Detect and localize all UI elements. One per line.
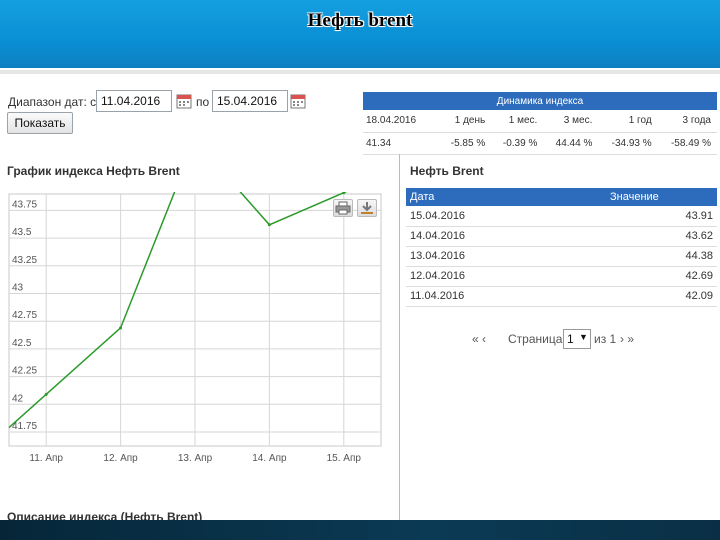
y-tick-label: 41.75	[12, 421, 37, 432]
dynamics-period-label: 1 мес.	[491, 110, 544, 133]
x-tick-label: 13. Апр	[178, 453, 213, 464]
y-tick-label: 43.75	[12, 199, 37, 210]
x-tick-label: 12. Апр	[103, 453, 138, 464]
row-date: 14.04.2016	[406, 226, 606, 247]
y-tick-label: 42.75	[12, 310, 37, 321]
table-row: 11.04.2016 42.09	[406, 286, 717, 307]
row-date: 13.04.2016	[406, 246, 606, 267]
x-tick-label: 15. Апр	[327, 453, 362, 464]
y-tick-label: 43	[12, 283, 24, 294]
row-value: 43.62	[606, 226, 717, 247]
dynamics-change: -0.39 %	[491, 132, 544, 155]
data-point	[119, 326, 123, 330]
dynamics-value-row: 41.34 -5.85 % -0.39 % 44.44 % -34.93 % -…	[363, 132, 717, 155]
page-select-value: 1	[567, 332, 574, 346]
print-button[interactable]	[333, 199, 353, 217]
bottom-bar	[0, 520, 720, 540]
row-date: 15.04.2016	[406, 206, 606, 227]
pager-first-prev[interactable]: « ‹	[472, 332, 486, 346]
dynamics-date: 18.04.2016	[363, 110, 440, 133]
dynamics-change: -58.49 %	[657, 132, 717, 155]
value-column-header[interactable]: Значение	[606, 188, 717, 206]
top-banner: Нефть brent	[0, 0, 720, 68]
top-divider	[0, 70, 720, 74]
download-icon	[361, 202, 373, 214]
data-point	[267, 223, 271, 227]
show-button[interactable]: Показать	[7, 112, 73, 134]
row-date: 11.04.2016	[406, 286, 606, 307]
y-tick-label: 42.5	[12, 338, 32, 349]
chevron-down-icon: ▼	[579, 332, 588, 342]
dynamics-title: Динамика индекса	[363, 92, 717, 110]
date-from-input[interactable]	[96, 90, 172, 112]
index-dynamics-table: Динамика индекса 18.04.2016 1 день 1 мес…	[363, 92, 717, 155]
pager-label: Страница	[508, 332, 563, 346]
dynamics-current-value: 41.34	[363, 132, 440, 155]
dynamics-change: -5.85 %	[439, 132, 492, 155]
x-tick-label: 11. Апр	[29, 453, 63, 464]
index-line-chart: 44.254443.7543.543.254342.7542.542.25424…	[8, 192, 382, 464]
date-column-header[interactable]: Дата	[406, 188, 606, 206]
pager-next-last[interactable]: › »	[620, 332, 634, 346]
x-tick-label: 14. Апр	[252, 453, 287, 464]
dynamics-period-label: 1 год	[598, 110, 658, 133]
row-value: 44.38	[606, 246, 717, 267]
calendar-from-icon[interactable]	[176, 93, 192, 109]
calendar-to-icon[interactable]	[290, 93, 306, 109]
chart-title: График индекса Нефть Brent	[7, 164, 180, 178]
table-row: 14.04.2016 43.62	[406, 226, 717, 247]
y-tick-label: 42.25	[12, 366, 37, 377]
page-select[interactable]: 1 ▼	[563, 329, 591, 349]
price-table: Дата Значение 15.04.2016 43.91 14.04.2016…	[406, 188, 717, 307]
table-title: Нефть Brent	[410, 164, 484, 178]
y-tick-label: 43.25	[12, 255, 37, 266]
dynamics-period-label: 1 день	[439, 110, 492, 133]
date-range-label: Диапазон дат: с	[8, 95, 97, 109]
table-row: 15.04.2016 43.91	[406, 206, 717, 227]
y-tick-label: 42	[12, 393, 24, 404]
pager-of: из 1	[594, 332, 617, 346]
table-row: 12.04.2016 42.69	[406, 266, 717, 287]
printer-icon	[335, 201, 351, 215]
dynamics-period-label: 3 года	[657, 110, 717, 133]
dynamics-period-label: 3 мес.	[543, 110, 599, 133]
date-to-input[interactable]	[212, 90, 288, 112]
column-divider	[399, 154, 400, 520]
row-date: 12.04.2016	[406, 266, 606, 287]
date-to-label: по	[196, 95, 210, 109]
row-value: 43.91	[606, 206, 717, 227]
row-value: 42.09	[606, 286, 717, 307]
data-point	[44, 392, 48, 396]
page-screenshot: Диапазон дат: с по Показать Динамика инд…	[0, 70, 720, 524]
table-header-row: Дата Значение	[406, 188, 717, 206]
dynamics-change: 44.44 %	[543, 132, 599, 155]
table-row: 13.04.2016 44.38	[406, 246, 717, 267]
slide-title: Нефть brent	[307, 10, 413, 31]
dynamics-change: -34.93 %	[598, 132, 658, 155]
y-tick-label: 43.5	[12, 227, 32, 238]
dynamics-header-row: 18.04.2016 1 день 1 мес. 3 мес. 1 год 3 …	[363, 110, 717, 133]
row-value: 42.69	[606, 266, 717, 287]
export-button[interactable]	[357, 199, 377, 217]
